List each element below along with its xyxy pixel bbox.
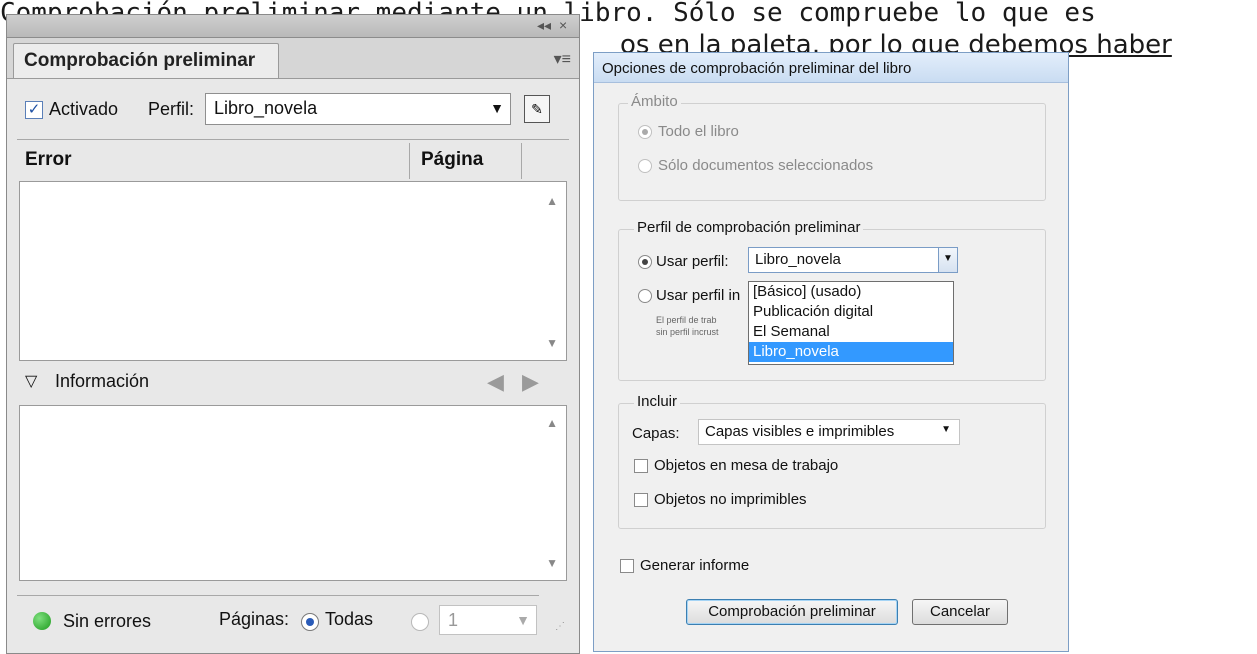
use-profile-label: Usar perfil:: [656, 253, 729, 270]
use-embedded-profile-label: Usar perfil in: [656, 287, 741, 304]
include-title: Incluir: [634, 393, 681, 410]
whole-book-radio[interactable]: [638, 125, 652, 139]
pasteboard-objects-checkbox[interactable]: [634, 459, 648, 473]
scope-group: [618, 103, 1046, 201]
use-profile-select-value: Libro_novela: [755, 251, 841, 268]
layers-select[interactable]: Capas visibles e imprimibles ▼: [698, 419, 960, 445]
panel-titlebar: ◂◂ ×: [7, 15, 579, 38]
pages-all-radio[interactable]: [301, 613, 319, 631]
next-arrow-icon[interactable]: ▶: [522, 369, 539, 395]
disclosure-triangle-icon[interactable]: ▽: [25, 371, 37, 391]
profile-dropdown-list[interactable]: [Básico] (usado) Publicación digital El …: [748, 281, 954, 365]
book-preflight-options-dialog: Opciones de comprobación preliminar del …: [593, 52, 1069, 652]
info-box[interactable]: ▲ ▼: [19, 405, 567, 581]
chevron-down-icon[interactable]: ▼: [938, 248, 957, 272]
generate-report-checkbox[interactable]: [620, 559, 634, 573]
selected-docs-label: Sólo documentos seleccionados: [658, 157, 874, 174]
pages-range-field[interactable]: 1 ▼: [439, 605, 537, 635]
define-profiles-icon[interactable]: ✎: [524, 95, 550, 123]
pages-label: Páginas:: [219, 609, 290, 629]
column-divider: [521, 143, 522, 179]
scope-title: Ámbito: [628, 93, 681, 110]
info-label: Información: [55, 371, 150, 391]
profile-note-line-1: El perfil de trab: [656, 315, 717, 325]
profile-group-title: Perfil de comprobación preliminar: [634, 219, 864, 236]
error-list[interactable]: ▲ ▼: [19, 181, 567, 361]
activated-label: Activado: [49, 99, 119, 119]
profile-select[interactable]: Libro_novela ▼: [205, 93, 511, 125]
pages-range-radio[interactable]: [411, 613, 429, 631]
use-profile-select[interactable]: Libro_novela ▼: [748, 247, 958, 273]
profile-note-line-2: sin perfil incrust: [656, 327, 719, 337]
dialog-title: Opciones de comprobación preliminar del …: [594, 53, 1068, 83]
tab-preflight[interactable]: Comprobación preliminar: [13, 43, 279, 79]
layers-select-value: Capas visibles e imprimibles: [705, 423, 895, 440]
nonprinting-objects-checkbox[interactable]: [634, 493, 648, 507]
previous-arrow-icon[interactable]: ◀: [487, 369, 504, 395]
cancel-button[interactable]: Cancelar: [912, 599, 1008, 625]
selected-docs-radio[interactable]: [638, 159, 652, 173]
pasteboard-objects-label: Objetos en mesa de trabajo: [654, 457, 839, 474]
pages-all-label: Todas: [325, 609, 374, 629]
preflight-ok-button[interactable]: Comprobación preliminar: [686, 599, 898, 625]
dropdown-option[interactable]: El Semanal: [749, 322, 953, 342]
use-profile-radio[interactable]: [638, 255, 652, 269]
column-divider: [409, 143, 410, 179]
scroll-down-icon[interactable]: ▼: [546, 336, 558, 350]
chevron-down-icon: ▼: [516, 612, 530, 628]
panel-menu-icon[interactable]: ▾≡: [554, 49, 571, 69]
dropdown-option-selected[interactable]: Libro_novela: [749, 342, 953, 362]
resize-grip-icon[interactable]: ⋰: [555, 621, 565, 632]
chevron-down-icon: ▼: [490, 100, 504, 116]
whole-book-label: Todo el libro: [658, 123, 739, 140]
chevron-down-icon: ▼: [941, 424, 951, 435]
collapse-icon[interactable]: ◂◂: [537, 17, 551, 34]
divider: [17, 139, 569, 140]
use-embedded-profile-radio[interactable]: [638, 289, 652, 303]
scroll-up-icon[interactable]: ▲: [546, 416, 558, 430]
status-text: Sin errores: [63, 611, 152, 631]
dropdown-option[interactable]: [Básico] (usado): [749, 282, 953, 302]
column-header-error[interactable]: Error: [25, 149, 71, 171]
profile-select-value: Libro_novela: [214, 98, 318, 118]
scroll-down-icon[interactable]: ▼: [546, 556, 558, 570]
pages-range-value: 1: [448, 610, 459, 630]
close-icon[interactable]: ×: [559, 17, 567, 33]
activated-checkbox[interactable]: ✓: [25, 101, 43, 119]
dropdown-option[interactable]: Publicación digital: [749, 302, 953, 322]
generate-report-label: Generar informe: [640, 557, 750, 574]
layers-label: Capas:: [632, 425, 680, 442]
scroll-up-icon[interactable]: ▲: [546, 194, 558, 208]
panel-body: ✓ Activado Perfil: Libro_novela ▼ ✎ Erro…: [7, 78, 579, 653]
column-header-page[interactable]: Página: [421, 149, 483, 171]
divider: [17, 595, 539, 596]
preflight-panel: ◂◂ × Comprobación preliminar ▾≡ ✓ Activa…: [6, 14, 580, 654]
nonprinting-objects-label: Objetos no imprimibles: [654, 491, 807, 508]
profile-label: Perfil:: [148, 99, 195, 119]
status-ok-icon: [33, 612, 51, 630]
